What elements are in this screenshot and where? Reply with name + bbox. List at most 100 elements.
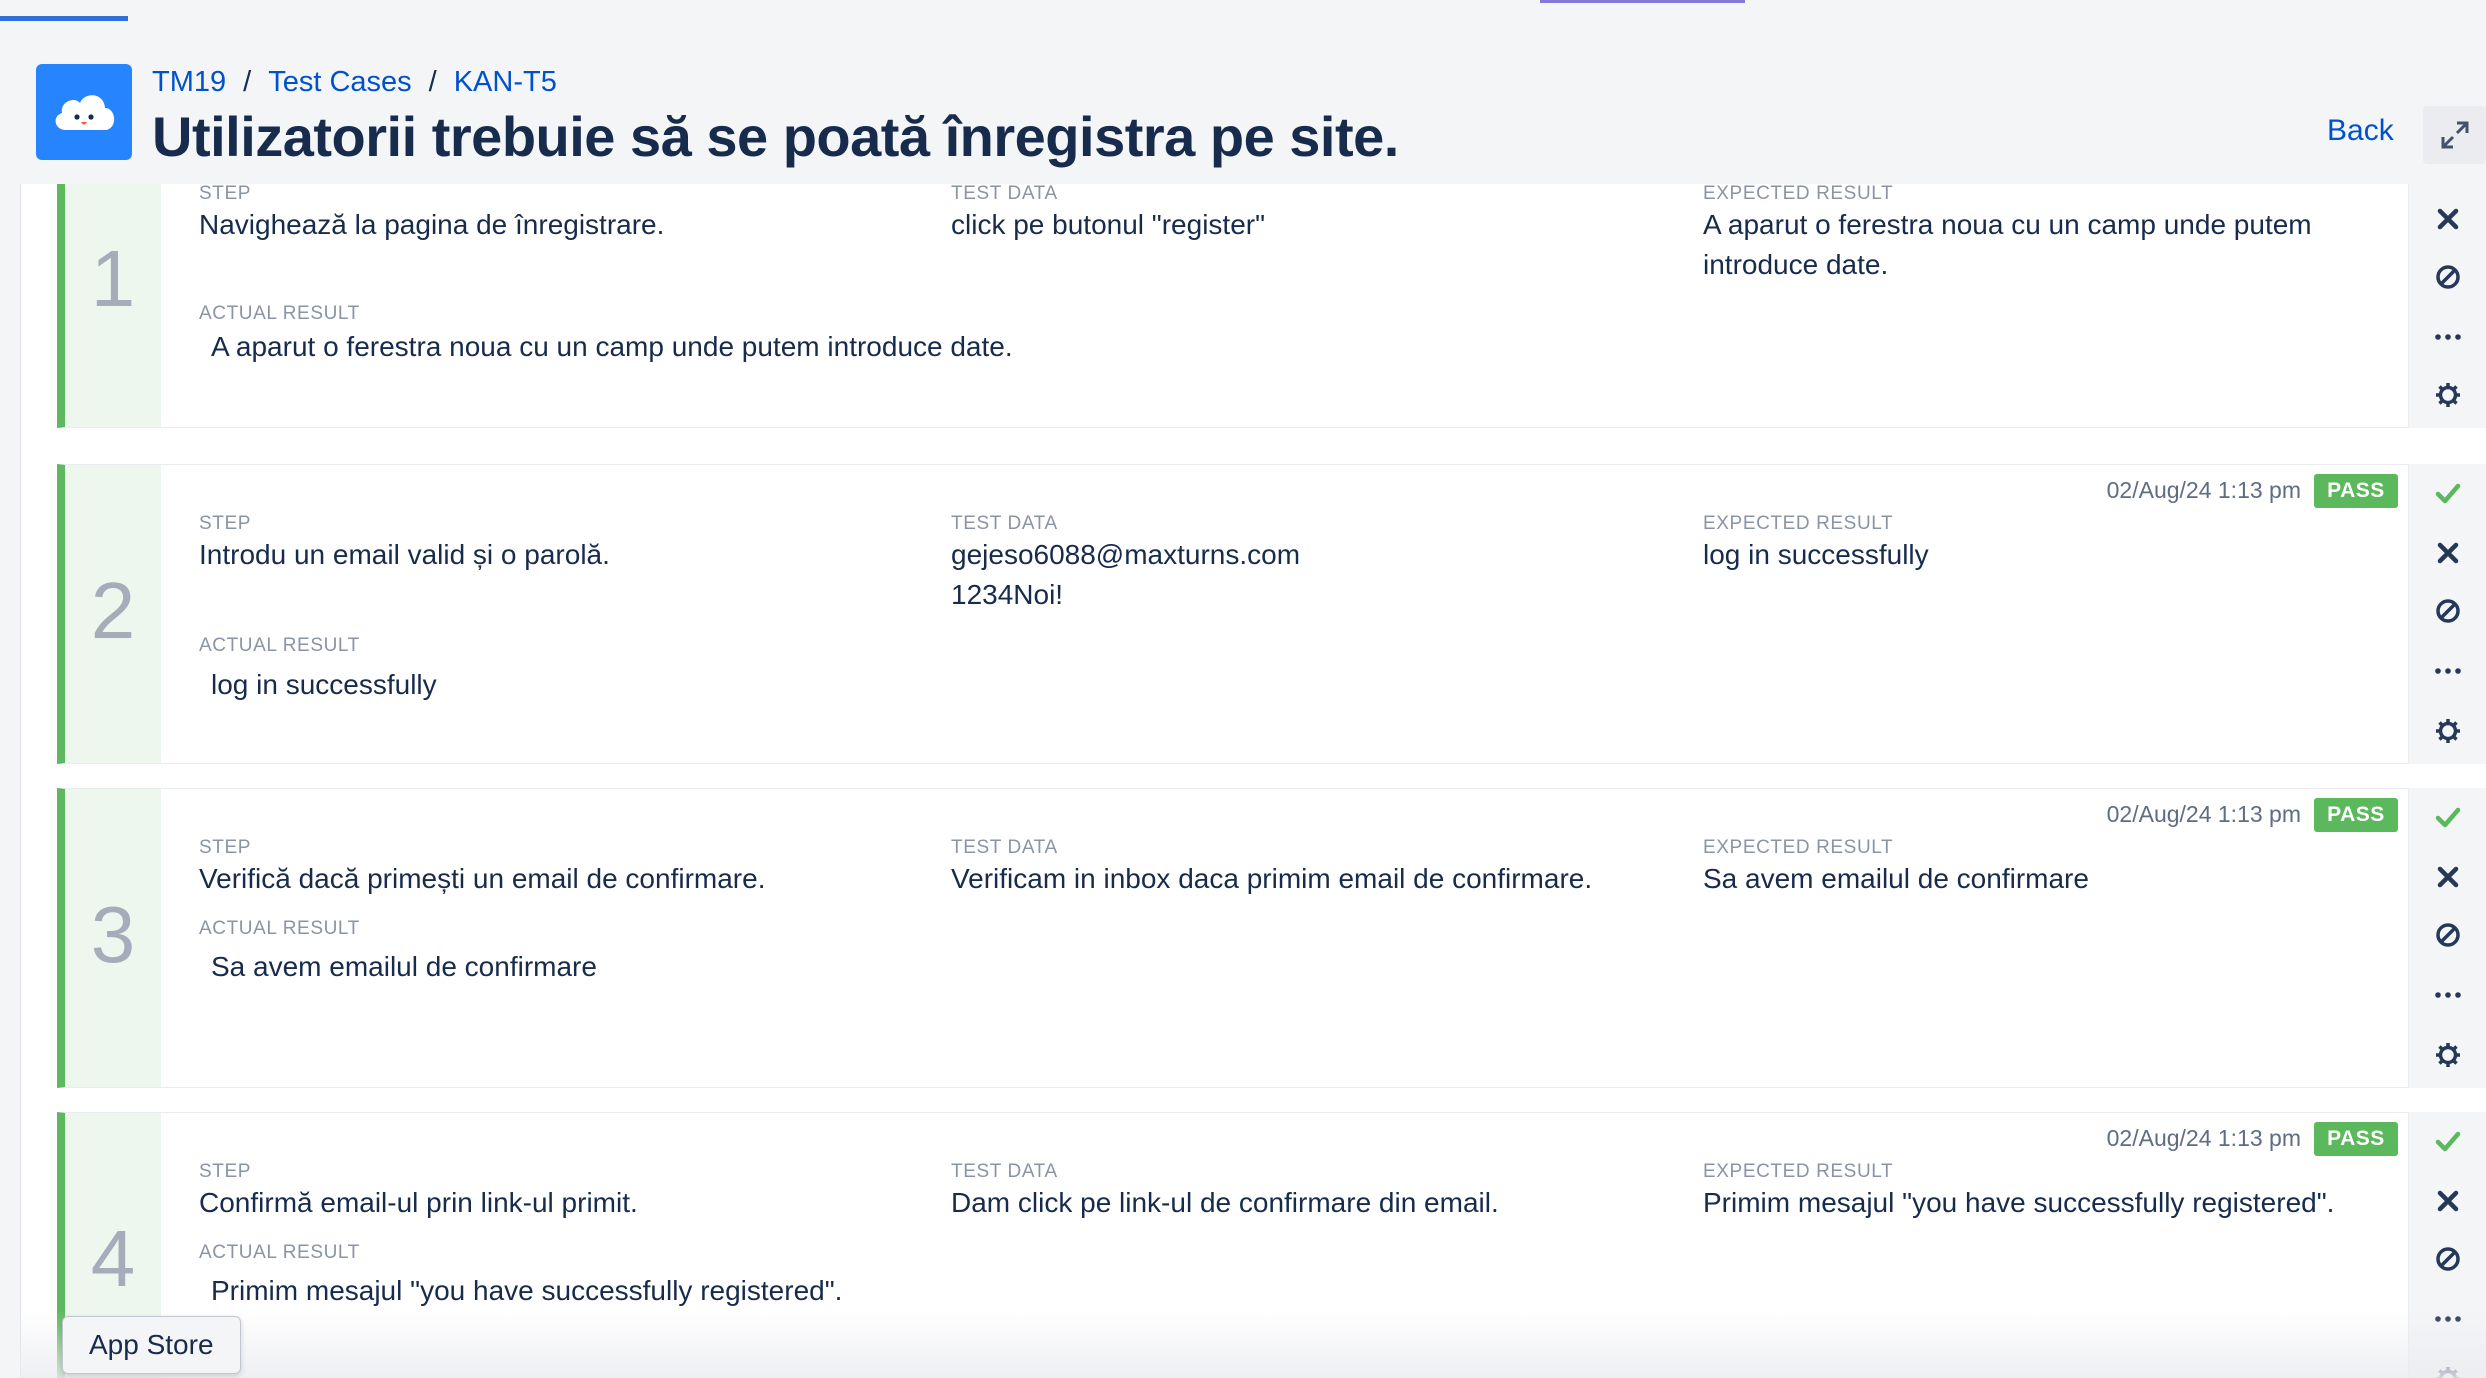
pass-button[interactable] [2429,474,2467,512]
execution-timestamp: 02/Aug/24 1:13 pm [2106,1125,2301,1151]
settings-button[interactable] [2429,376,2467,414]
expand-button[interactable] [2423,106,2486,164]
close-icon [2437,208,2459,230]
step-number: 2 [90,566,136,655]
status-badge: PASS [2314,1122,2398,1156]
more-icon [2435,668,2461,674]
block-button[interactable] [2429,916,2467,954]
close-icon [2437,542,2459,564]
step-actions [2409,184,2486,428]
step-text: Introdu un email valid și o parolă. [199,539,610,570]
step-number: 4 [90,1214,136,1303]
secondary-tab-indicator [1540,0,1745,3]
pass-button[interactable] [2429,798,2467,836]
execution-timestamp: 02/Aug/24 1:13 pm [2106,477,2301,503]
more-button[interactable] [2429,976,2467,1014]
test-step-card: 4 02/Aug/24 1:13 pm PASS STEP Confirmă e… [57,1112,2409,1378]
actual-result-label: ACTUAL RESULT [199,303,360,324]
test-steps-panel: 1 STEP Navighează la pagina de înregistr… [20,184,2486,1378]
step-number: 3 [90,890,136,979]
test-data-text: Dam click pe link-ul de confirmare din e… [951,1187,1499,1218]
step-actions [2409,464,2486,764]
fail-button[interactable] [2429,1182,2467,1220]
test-data-label: TEST DATA [951,1161,1058,1182]
block-button[interactable] [2429,258,2467,296]
breadcrumb-section-link[interactable]: Test Cases [268,66,411,98]
actual-result-label: ACTUAL RESULT [199,1242,360,1263]
test-step-card: 1 STEP Navighează la pagina de înregistr… [57,184,2409,428]
more-icon [2435,1316,2461,1322]
step-text: Navighează la pagina de înregistrare. [199,209,665,240]
breadcrumb: TM19 / Test Cases / KAN-T5 [152,66,557,99]
blocked-icon [2436,923,2460,947]
test-data-text: Verificam in inbox daca primim email de … [951,863,1593,894]
status-badge: PASS [2314,798,2398,832]
fail-button[interactable] [2429,858,2467,896]
expected-result-label: EXPECTED RESULT [1703,1161,1894,1182]
gear-icon [2436,383,2460,407]
settings-button[interactable] [2429,1360,2467,1378]
test-data-label: TEST DATA [951,513,1058,534]
gear-icon [2436,719,2460,743]
checkmark-icon [2435,807,2461,828]
settings-button[interactable] [2429,712,2467,750]
expected-result-text: A aparut o ferestra noua cu un camp unde… [1703,209,2312,280]
step-text: Confirmă email-ul prin link-ul primit. [199,1187,638,1218]
step-label: STEP [199,184,252,204]
app-store-tooltip: App Store [62,1316,241,1374]
breadcrumb-separator: / [428,66,437,98]
settings-button[interactable] [2429,1036,2467,1074]
expected-result-label: EXPECTED RESULT [1703,184,1894,204]
test-data-text: gejeso6088@maxturns.com 1234Noi! [951,539,1301,610]
execution-timestamp: 02/Aug/24 1:13 pm [2106,801,2301,827]
fail-button[interactable] [2429,534,2467,572]
breadcrumb-item-link[interactable]: KAN-T5 [454,66,557,98]
test-step-card: 3 02/Aug/24 1:13 pm PASS STEP Verifică d… [57,788,2409,1088]
more-button[interactable] [2429,1300,2467,1338]
actual-result-text: Primim mesajul "you have successfully re… [211,1275,843,1306]
active-tab-indicator [0,16,128,21]
fail-button[interactable] [2429,200,2467,238]
block-button[interactable] [2429,592,2467,630]
step-label: STEP [199,837,252,858]
checkmark-icon [2435,483,2461,504]
step-number: 1 [90,234,136,323]
expected-result-label: EXPECTED RESULT [1703,837,1894,858]
top-navigation-bar [0,0,2486,24]
close-icon [2437,1190,2459,1212]
blocked-icon [2436,265,2460,289]
actual-result-label: ACTUAL RESULT [199,918,360,939]
expected-result-text: Sa avem emailul de confirmare [1703,863,2089,894]
back-link[interactable]: Back [2327,114,2394,148]
block-button[interactable] [2429,1240,2467,1278]
step-label: STEP [199,1161,252,1182]
test-data-text: click pe butonul "register" [951,209,1266,240]
expand-icon [2441,121,2469,149]
test-data-label: TEST DATA [951,837,1058,858]
test-data-label: TEST DATA [951,184,1058,204]
expected-result-label: EXPECTED RESULT [1703,513,1894,534]
more-button[interactable] [2429,318,2467,356]
breadcrumb-project-link[interactable]: TM19 [152,66,226,98]
close-icon [2437,866,2459,888]
page-title: Utilizatorii trebuie să se poată înregis… [152,105,1399,168]
actual-result-label: ACTUAL RESULT [199,635,360,656]
actual-result-text: A aparut o ferestra noua cu un camp unde… [211,331,1013,362]
checkmark-icon [2435,1131,2461,1152]
test-step-card: 2 02/Aug/24 1:13 pm PASS STEP Introdu un… [57,464,2409,764]
pass-button[interactable] [2429,1122,2467,1160]
step-text: Verifică dacă primești un email de confi… [199,863,766,894]
page-header: TM19 / Test Cases / KAN-T5 Utilizatorii treb… [0,22,2486,184]
expected-result-text: log in successfully [1703,539,1929,570]
more-icon [2435,992,2461,998]
step-actions [2409,788,2486,1088]
blocked-icon [2436,599,2460,623]
more-icon [2435,334,2461,340]
cloud-logo-icon [36,64,132,160]
actual-result-text: log in successfully [211,669,437,700]
step-label: STEP [199,513,252,534]
expected-result-text: Primim mesajul "you have successfully re… [1703,1187,2335,1218]
gear-icon [2436,1367,2460,1378]
more-button[interactable] [2429,652,2467,690]
actual-result-text: Sa avem emailul de confirmare [211,951,597,982]
